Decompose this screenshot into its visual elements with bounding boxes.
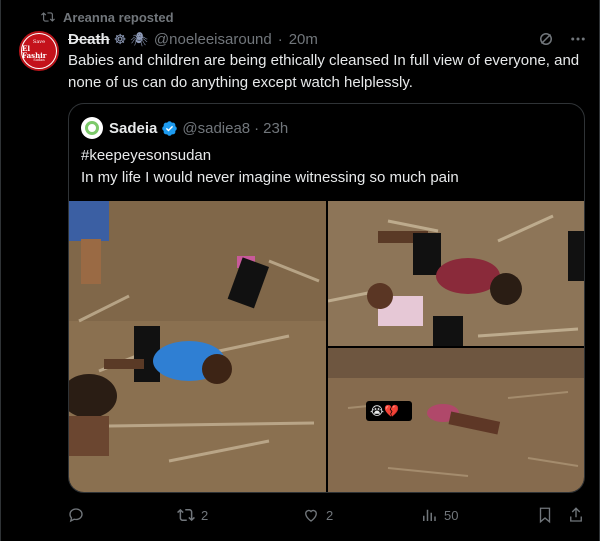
like-button[interactable]: 2 <box>302 504 333 526</box>
quoted-tweet[interactable]: Sadeia @sadiea8 · 23h #keepeyesonsudan I… <box>68 103 585 493</box>
photo-2-image <box>328 201 584 346</box>
photo-1[interactable] <box>69 201 326 492</box>
media-grid: 😭💔 <box>69 201 584 492</box>
quoted-time[interactable]: 23h <box>263 120 288 137</box>
share-button[interactable] <box>567 504 585 526</box>
photo-3[interactable]: 😭💔 <box>328 348 584 492</box>
reply-icon <box>69 508 83 523</box>
repost-label[interactable]: Areanna reposted <box>63 10 174 25</box>
photo-1-image <box>69 201 326 492</box>
share-icon <box>570 507 582 522</box>
author-name[interactable]: Death <box>68 31 110 48</box>
tweet-time[interactable]: 20m <box>289 31 318 48</box>
repost-icon <box>41 12 55 22</box>
quoted-header: Sadeia @sadiea8 · 23h <box>81 117 288 139</box>
bookmark-button[interactable] <box>536 504 554 526</box>
views-icon <box>423 509 436 521</box>
avatar-text-3: Sudan <box>33 57 45 62</box>
quoted-handle[interactable]: @sadiea8 <box>182 120 250 137</box>
author-avatar[interactable]: Save El Fashir Sudan <box>19 31 59 71</box>
emoji-overlay: 😭💔 <box>370 404 399 418</box>
action-bar: 2 2 50 <box>67 504 587 526</box>
photo-3-image <box>328 348 584 492</box>
grok-icon[interactable] <box>537 30 555 48</box>
repost-button[interactable]: 2 <box>177 504 208 526</box>
tweet-text: Babies and children are being ethically … <box>68 52 580 91</box>
photo-2[interactable] <box>328 201 584 346</box>
quoted-name[interactable]: Sadeia <box>109 120 157 137</box>
quoted-hashtag[interactable]: #keepeyesonsudan <box>81 145 459 167</box>
views-count: 50 <box>444 507 459 523</box>
author-handle[interactable]: @noeleeisaround <box>154 31 272 48</box>
more-icon[interactable] <box>569 30 587 48</box>
verified-badge-icon <box>162 120 178 136</box>
reply-button[interactable] <box>67 504 91 526</box>
bookmark-icon <box>539 507 551 524</box>
quoted-text: #keepeyesonsudan In my life I would neve… <box>81 145 459 189</box>
tweet-header: Death ☸ 🕷 @noeleeisaround · 20m <box>68 29 587 49</box>
separator-dot: · <box>277 30 283 48</box>
tweet-card[interactable]: Areanna reposted Save El Fashir Sudan De… <box>0 0 600 541</box>
like-count: 2 <box>326 507 334 523</box>
repost-context: Areanna reposted <box>41 8 174 26</box>
views-button[interactable]: 50 <box>420 504 458 526</box>
repost-count: 2 <box>201 507 209 523</box>
heart-icon <box>305 509 317 522</box>
avatar-text-2: El Fashir <box>22 43 47 60</box>
quoted-body: In my life I would never imagine witness… <box>81 169 459 186</box>
repost-action-icon <box>177 508 195 522</box>
quoted-avatar[interactable] <box>81 117 103 139</box>
quoted-separator-dot: · <box>254 119 260 137</box>
author-name-emoji: ☸ 🕷 <box>113 30 148 47</box>
